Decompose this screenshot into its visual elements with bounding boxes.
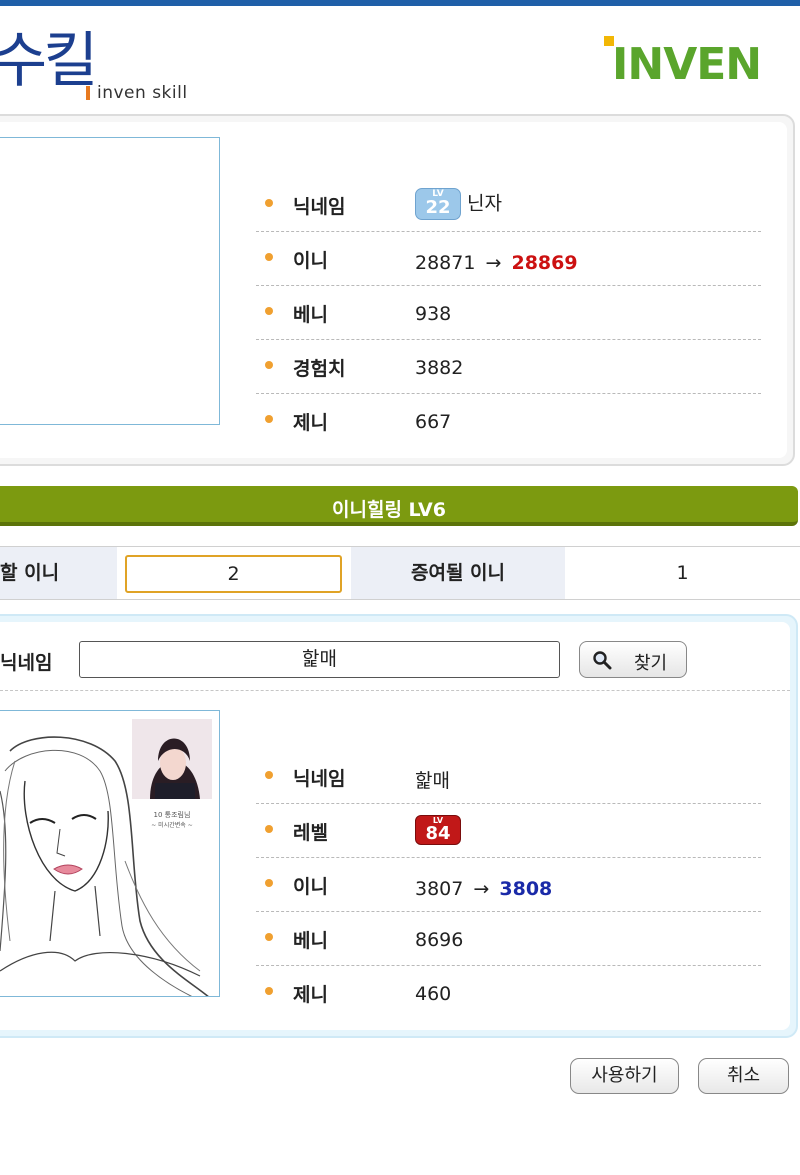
- receiver-row-ini: 이니 3807 → 3808: [256, 858, 761, 912]
- row-label: 닉네임: [293, 768, 346, 790]
- skill-title: 이니힐링 LV6: [332, 499, 446, 521]
- nickname-search-input[interactable]: 핥매: [79, 641, 560, 678]
- badge-level-number: 84: [425, 823, 451, 844]
- top-accent-line: [0, 0, 800, 6]
- row-label: 경험치: [293, 358, 346, 380]
- inven-logo-word: INVEN: [612, 39, 762, 90]
- inven-skill-logo[interactable]: 수킬 inven skill: [0, 18, 220, 108]
- row-value: 3807 → 3808: [415, 878, 552, 900]
- photo-caption-1: 10 통조림님: [154, 810, 191, 819]
- bullet-icon: [265, 879, 273, 887]
- row-value: 3882: [415, 357, 464, 379]
- receiver-row-zeni: 제니 460: [256, 966, 761, 1020]
- row-label: 레벨: [293, 822, 328, 844]
- row-value: 460: [415, 983, 452, 1005]
- row-label: 제니: [293, 412, 328, 434]
- photo-caption-2: ~ 미시간변속 ~: [151, 821, 192, 829]
- row-value: 667: [415, 411, 452, 433]
- row-label: 이니: [293, 876, 328, 898]
- row-label: 베니: [293, 930, 328, 952]
- row-label: 닉네임: [293, 196, 346, 218]
- sender-nickname: 닌자: [467, 192, 502, 215]
- use-button[interactable]: 사용하기: [570, 1058, 679, 1094]
- receiver-row-level: 레벨 LV 84: [256, 804, 761, 858]
- arrow-icon: →: [473, 878, 490, 900]
- bullet-icon: [265, 825, 273, 833]
- given-value: 1: [676, 562, 689, 584]
- magnifier-icon: [593, 651, 612, 670]
- ini-from: 3807: [415, 878, 464, 900]
- bullet-icon: [265, 253, 273, 261]
- skill-title-bar: 이니힐링 LV6: [0, 486, 798, 526]
- badge-level-number: 22: [425, 197, 451, 218]
- row-value: LV 84: [415, 815, 467, 845]
- search-label: 닉네임: [0, 652, 53, 674]
- cancel-button[interactable]: 취소: [698, 1058, 789, 1094]
- ini-to: 3808: [499, 878, 553, 900]
- sender-row-exp: 경험치 3882: [256, 340, 761, 394]
- inven-logo[interactable]: INVEN: [604, 36, 782, 90]
- ini-from: 28871: [415, 252, 476, 274]
- arrow-icon: →: [485, 252, 502, 274]
- receiver-nickname: 핥매: [415, 770, 450, 792]
- logo-korean-text: 수킬: [0, 26, 98, 96]
- amount-input[interactable]: 2: [125, 555, 342, 593]
- sender-row-beni: 베니 938: [256, 286, 761, 340]
- sender-photo: [0, 137, 220, 425]
- ini-to: 28869: [511, 252, 578, 274]
- given-label: 증여될 이니: [351, 547, 565, 599]
- bullet-icon: [265, 361, 273, 369]
- row-label: 이니: [293, 250, 328, 272]
- bullet-icon: [265, 199, 273, 207]
- bullet-icon: [265, 415, 273, 423]
- row-label: 제니: [293, 984, 328, 1006]
- logo-subtitle: inven skill: [97, 83, 188, 103]
- bullet-icon: [265, 933, 273, 941]
- row-label: 베니: [293, 304, 328, 326]
- receiver-photo: 10 통조림님 ~ 미시간변속 ~: [0, 710, 220, 997]
- bullet-icon: [265, 771, 273, 779]
- bullet-icon: [265, 307, 273, 315]
- amount-row: 할 이니 2 증여될 이니 1: [0, 546, 800, 600]
- search-divider: [0, 690, 790, 691]
- receiver-row-beni: 베니 8696: [256, 912, 761, 966]
- level-badge-icon: LV 84: [415, 815, 461, 845]
- row-value: 8696: [415, 929, 464, 951]
- level-badge-icon: LV 22: [415, 188, 461, 220]
- sender-row-ini: 이니 28871 → 28869: [256, 232, 761, 286]
- portrait-sketch-image: 10 통조림님 ~ 미시간변속 ~: [0, 711, 219, 996]
- sender-row-nickname: 닉네임 LV 22 닌자: [256, 178, 761, 232]
- row-value: 28871 → 28869: [415, 252, 578, 274]
- amount-label: 할 이니: [0, 547, 117, 599]
- find-button-label: 찾기: [634, 653, 668, 674]
- sender-row-zeni: 제니 667: [256, 394, 761, 448]
- row-value: LV 22 닌자: [415, 188, 502, 220]
- receiver-row-nickname: 닉네임 핥매: [256, 750, 761, 804]
- find-button[interactable]: 찾기: [579, 641, 687, 678]
- logo-divider: [86, 86, 90, 100]
- row-value: 938: [415, 303, 452, 325]
- bullet-icon: [265, 987, 273, 995]
